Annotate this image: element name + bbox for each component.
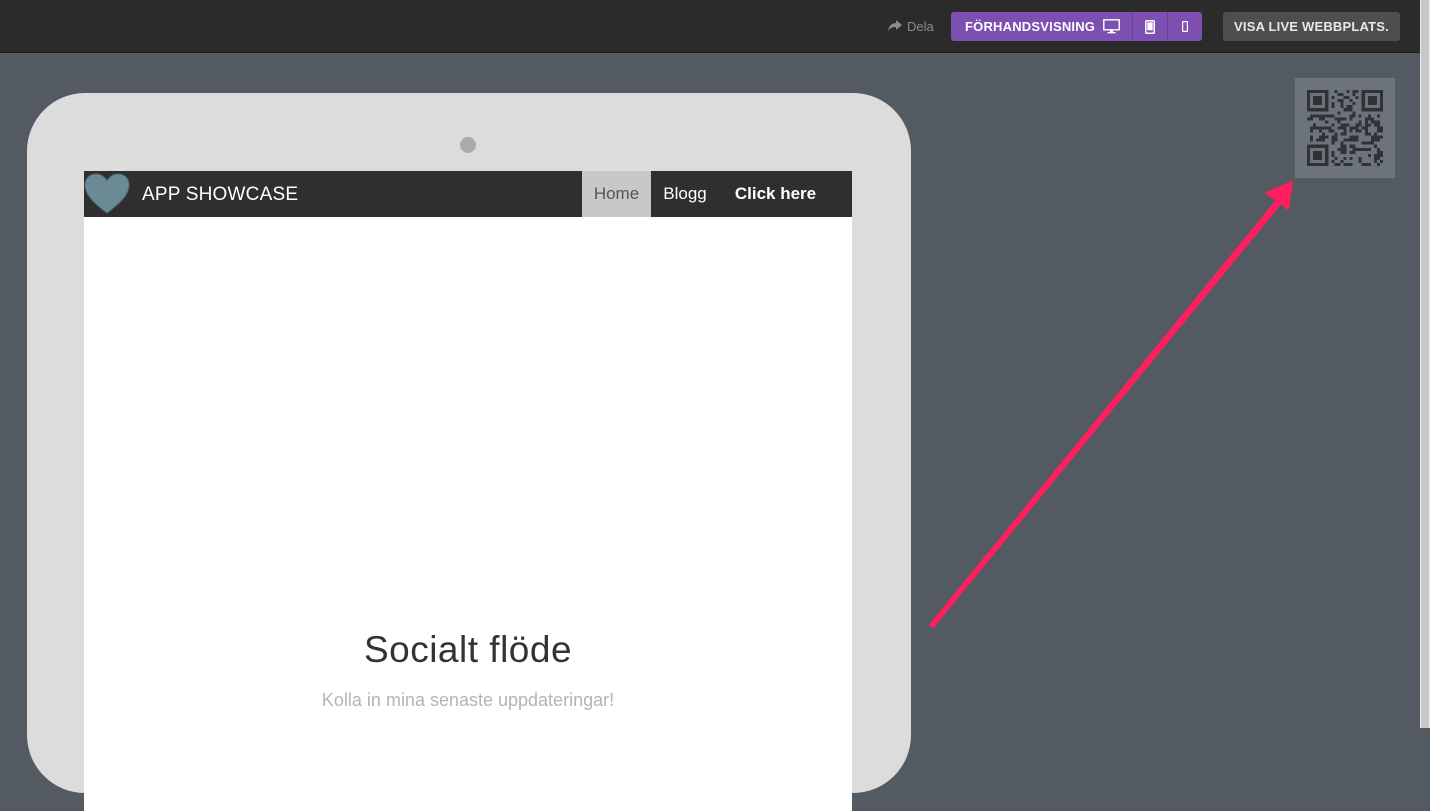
preview-label: FÖRHANDSVISNING [965,19,1096,34]
social-feed-heading: Socialt flöde [363,629,573,670]
preview-tablet-button[interactable] [1132,12,1168,41]
nav-item-home[interactable]: Home [582,171,651,217]
tablet-preview-frame: APP SHOWCASE Home Blogg Click here Socia… [27,93,911,811]
scrollbar-thumb[interactable] [1421,0,1429,728]
social-feed-subtitle: Kolla in mina senaste uppdateringar! [321,690,615,710]
phone-icon [1182,21,1189,32]
nav-item-click-here[interactable]: Click here [719,171,832,217]
qr-code-panel[interactable] [1295,78,1395,178]
heart-logo[interactable] [84,173,130,215]
share-button[interactable]: Dela [888,17,934,35]
share-icon [888,20,902,31]
preview-desktop-button[interactable]: FÖRHANDSVISNING [951,12,1133,41]
preview-device-group: FÖRHANDSVISNING [951,12,1203,41]
editor-toolbar: Dela FÖRHANDSVISNING VISA LIVE WEBBPLATS… [0,0,1420,53]
tablet-icon [1145,19,1156,34]
tablet-camera [460,137,476,153]
view-live-site-button[interactable]: VISA LIVE WEBBPLATS. [1223,12,1400,41]
tablet-screen: APP SHOWCASE Home Blogg Click here Socia… [84,171,852,811]
desktop-icon [1103,19,1121,34]
page-scrollbar[interactable] [1420,0,1430,728]
site-title[interactable]: APP SHOWCASE [142,184,298,206]
preview-phone-button[interactable] [1167,12,1203,41]
nav-item-blog[interactable]: Blogg [651,171,719,217]
qr-code [1307,90,1383,166]
share-label: Dela [907,18,934,34]
site-navbar: APP SHOWCASE Home Blogg Click here [84,171,852,217]
